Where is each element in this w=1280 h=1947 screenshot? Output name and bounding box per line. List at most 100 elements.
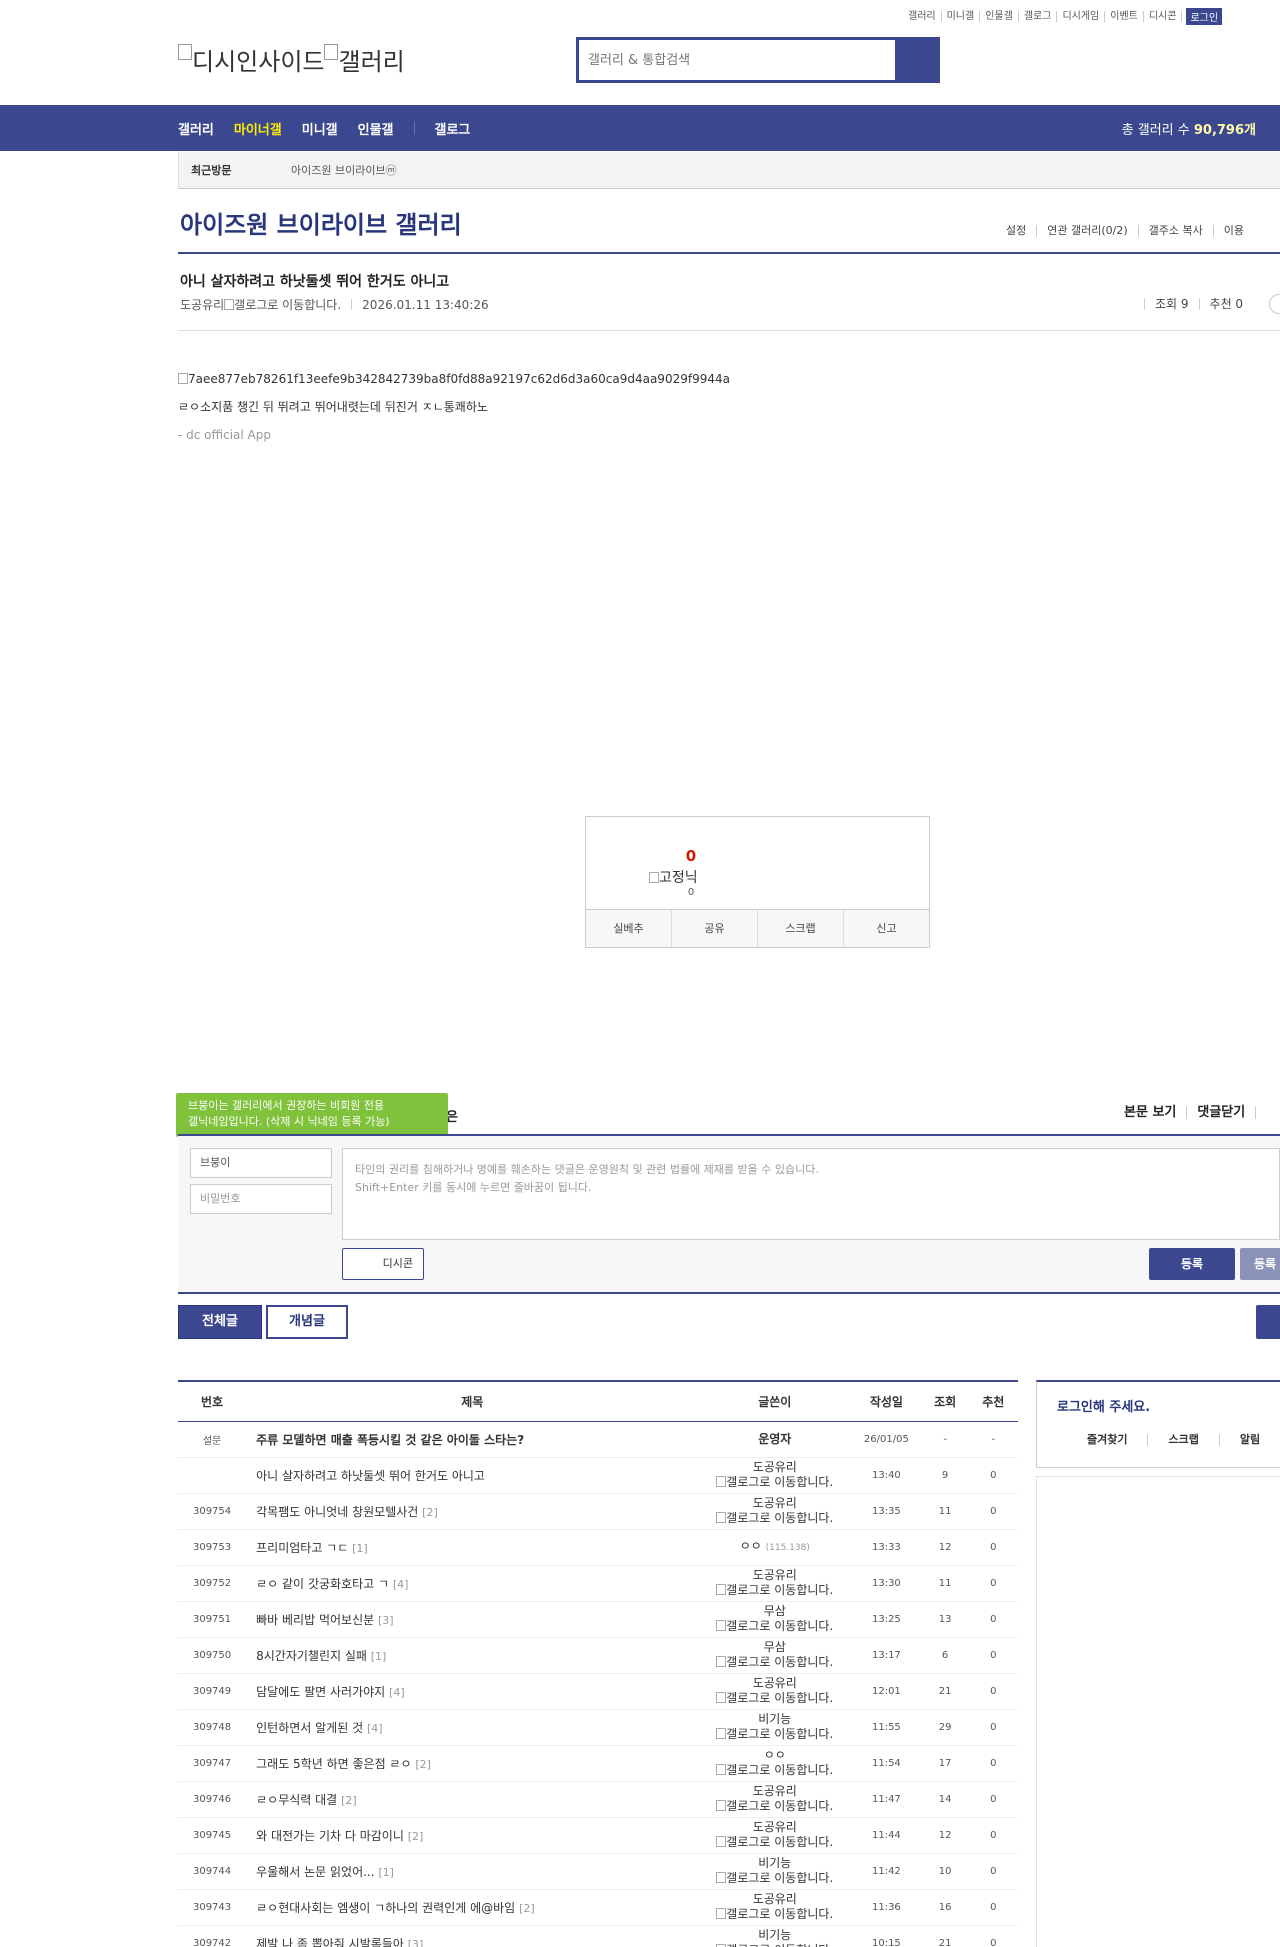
- reply-count[interactable]: [1]: [378, 1866, 394, 1879]
- row-subject-text[interactable]: 프리미엄타고 ㄱㄷ: [256, 1541, 348, 1555]
- gallog-link[interactable]: 갤로그로 이동합니다.: [698, 1583, 851, 1598]
- writer-nick[interactable]: 도공유리: [753, 1568, 797, 1582]
- util-link-person[interactable]: 인물갤: [980, 11, 1019, 22]
- row-subject-text[interactable]: 제발 나 좀 뽑아줘 시발롬들아: [256, 1937, 404, 1947]
- gallog-link[interactable]: 갤로그로 이동합니다.: [698, 1655, 851, 1670]
- row-subject[interactable]: ㄹㅇ무식력 대결 [2]: [246, 1781, 699, 1818]
- row-writer[interactable]: 무삼 갤로그로 이동합니다.: [698, 1601, 852, 1638]
- gallog-link[interactable]: 갤로그로 이동합니다.: [698, 1475, 851, 1490]
- row-writer[interactable]: 도공유리 갤로그로 이동합니다.: [698, 1673, 852, 1710]
- writer-nick[interactable]: 비기능: [758, 1928, 791, 1942]
- table-row[interactable]: 309745 와 대전가는 기차 다 마감이니 [2] 도공유리 갤로그로 이동합니다…: [178, 1817, 1018, 1854]
- row-writer[interactable]: 비기능갤로그로 이동합니다.: [698, 1709, 852, 1746]
- row-subject[interactable]: 와 대전가는 기차 다 마감이니 [2]: [246, 1817, 699, 1854]
- row-subject-text[interactable]: 8시간자기챌린지 실패: [256, 1649, 367, 1663]
- scrap-button[interactable]: 스크랩: [758, 910, 844, 947]
- nav-gallog[interactable]: 갤로그: [435, 119, 471, 138]
- reply-count[interactable]: [2]: [519, 1902, 535, 1915]
- row-writer[interactable]: 도공유리 갤로그로 이동합니다.: [698, 1493, 852, 1530]
- view-body-link[interactable]: 본문 보기: [1124, 1106, 1188, 1119]
- writer-nick[interactable]: 도공유리: [753, 1892, 797, 1906]
- row-subject-text[interactable]: ㄹㅇ현대사회는 엠생이 ㄱ하나의 권력인게 에@바임: [256, 1901, 515, 1915]
- row-subject[interactable]: 그래도 5학년 하면 좋은점 ㄹㅇ [2]: [246, 1745, 699, 1782]
- gallog-link[interactable]: 갤로그로 이동합니다.: [698, 1619, 851, 1634]
- gallog-icon[interactable]: [224, 299, 235, 310]
- gallog-link[interactable]: 갤로그로 이동합니다.: [698, 1871, 851, 1886]
- reply-count[interactable]: [2]: [422, 1506, 438, 1519]
- favorites-link[interactable]: 즐겨찾기: [1037, 1434, 1149, 1446]
- writer-nick[interactable]: 무삼: [764, 1640, 786, 1654]
- writer-nick[interactable]: ㅇㅇ: [764, 1748, 786, 1762]
- nickname-field[interactable]: 브붕이: [190, 1148, 332, 1178]
- row-subject-text[interactable]: ㄹㅇ 같이 갓궁화호타고 ㄱ: [256, 1577, 389, 1591]
- util-link-gallery[interactable]: 갤러리: [903, 11, 942, 22]
- nav-minor-gallery[interactable]: 마이너갤: [234, 119, 282, 138]
- util-link-gallog[interactable]: 갤로그: [1019, 11, 1058, 22]
- table-row[interactable]: 309743 ㄹㅇ현대사회는 엠생이 ㄱ하나의 권력인게 에@바임 [2] 도공유리…: [178, 1889, 1018, 1926]
- report-button[interactable]: 신고: [844, 910, 929, 947]
- gallog-link[interactable]: 갤로그로 이동합니다.: [698, 1835, 851, 1850]
- writer-nick[interactable]: ㅇㅇ: [740, 1539, 762, 1553]
- usage-link[interactable]: 이용: [1214, 225, 1254, 237]
- gallog-link[interactable]: 갤로그로 이동합니다.: [698, 1799, 851, 1814]
- row-writer[interactable]: ㅇㅇ 갤로그로 이동합니다.: [698, 1745, 852, 1782]
- row-subject[interactable]: 아니 살자하려고 하낫둘셋 뛰어 한거도 아니고: [246, 1457, 699, 1494]
- row-subject[interactable]: 인턴하면서 알게된 것 [4]: [246, 1709, 699, 1746]
- table-row[interactable]: 309754 각목팸도 아니엇네 창원모텔사건 [2] 도공유리 갤로그로 이동합니다…: [178, 1493, 1018, 1530]
- comment-count-icon[interactable]: [1269, 294, 1280, 314]
- notice-row[interactable]: 설문 주류 모델하면 매출 폭등시킬 것 같은 아이돌 스타는? 운영자 26/…: [178, 1421, 1018, 1458]
- row-subject[interactable]: 우울해서 논문 읽었어... [1]: [246, 1853, 699, 1890]
- reply-count[interactable]: [4]: [367, 1722, 383, 1735]
- table-row[interactable]: 309750 8시간자기챌린지 실패 [1] 무삼 갤로그로 이동합니다. 13:17 6…: [178, 1637, 1018, 1674]
- row-subject-text[interactable]: 그래도 5학년 하면 좋은점 ㄹㅇ: [256, 1757, 411, 1771]
- post-writer[interactable]: 도공유리: [180, 296, 224, 313]
- row-subject[interactable]: 주류 모델하면 매출 폭등시킬 것 같은 아이돌 스타는?: [246, 1421, 699, 1458]
- row-subject[interactable]: 8시간자기챌린지 실패 [1]: [246, 1637, 699, 1674]
- row-subject[interactable]: 프리미엄타고 ㄱㄷ [1]: [246, 1529, 699, 1566]
- tab-concept-posts[interactable]: 개념글: [266, 1305, 348, 1339]
- row-writer[interactable]: 비기능갤로그로 이동합니다.: [698, 1925, 852, 1947]
- row-writer[interactable]: 무삼 갤로그로 이동합니다.: [698, 1637, 852, 1674]
- nav-mini-gallery[interactable]: 미니갤: [302, 119, 338, 138]
- row-writer[interactable]: 도공유리 갤로그로 이동합니다.: [698, 1565, 852, 1602]
- row-writer[interactable]: 운영자: [698, 1421, 852, 1458]
- password-field[interactable]: 비밀번호: [190, 1184, 332, 1214]
- reply-count[interactable]: [1]: [371, 1650, 387, 1663]
- table-row[interactable]: 309744 우울해서 논문 읽었어... [1] 비기능 갤로그로 이동합니다. 11…: [178, 1853, 1018, 1890]
- dccon-button[interactable]: 디시콘: [342, 1248, 424, 1280]
- row-subject-text[interactable]: 아니 살자하려고 하낫둘셋 뛰어 한거도 아니고: [256, 1469, 485, 1483]
- comment-textarea[interactable]: 타인의 권리를 침해하거나 명예를 훼손하는 댓글은 운영원칙 및 관련 법률에…: [342, 1148, 1280, 1240]
- table-row[interactable]: 309746 ㄹㅇ무식력 대결 [2] 도공유리 갤로그로 이동합니다. 11:47 14…: [178, 1781, 1018, 1818]
- reply-count[interactable]: [2]: [341, 1794, 357, 1807]
- recent-visit-item[interactable]: 아이즈원 브이라이브ⓜ: [291, 162, 397, 178]
- row-subject-text[interactable]: 각목팸도 아니엇네 창원모텔사건: [256, 1505, 418, 1519]
- writer-nick[interactable]: 비기능: [758, 1712, 791, 1726]
- row-writer[interactable]: 도공유리 갤로그로 이동합니다.: [698, 1817, 852, 1854]
- util-link-dccon[interactable]: 디시콘: [1144, 11, 1183, 22]
- writer-nick[interactable]: 도공유리: [753, 1676, 797, 1690]
- close-comments-link[interactable]: 댓글닫기: [1187, 1106, 1257, 1119]
- gallery-settings-link[interactable]: 설정: [1006, 225, 1038, 237]
- related-gallery-link[interactable]: 연관 갤러리(0/2): [1037, 225, 1139, 237]
- login-prompt[interactable]: 로그인해 주세요.: [1057, 1396, 1150, 1415]
- row-subject[interactable]: 제발 나 좀 뽑아줘 시발롬들아 [3]: [246, 1925, 699, 1947]
- gallery-title[interactable]: 아이즈원 브이라이브 갤러리: [180, 205, 462, 240]
- writer-nick[interactable]: 도공유리: [753, 1496, 797, 1510]
- table-row[interactable]: 309753 프리미엄타고 ㄱㄷ [1] ㅇㅇ (115.138) 13:33 12 0: [178, 1529, 1018, 1566]
- share-button[interactable]: 공유: [672, 910, 758, 947]
- register-button[interactable]: 등록: [1149, 1248, 1235, 1280]
- table-row[interactable]: 309742제발 나 좀 뽑아줘 시발롬들아 [3]비기능갤로그로 이동합니다.…: [178, 1925, 1018, 1947]
- write-button[interactable]: [1256, 1305, 1280, 1339]
- reply-count[interactable]: [3]: [408, 1938, 424, 1947]
- writer-nick[interactable]: 비기능: [758, 1856, 791, 1870]
- table-row[interactable]: 309751 빠바 베리밥 먹어보신분 [3] 무삼 갤로그로 이동합니다. 13:25…: [178, 1601, 1018, 1638]
- row-subject-text[interactable]: 와 대전가는 기차 다 마감이니: [256, 1829, 404, 1843]
- site-logo[interactable]: 디시인사이드 갤러리: [178, 42, 405, 77]
- table-row[interactable]: 아니 살자하려고 하낫둘셋 뛰어 한거도 아니고 도공유리 갤로그로 이동합니다. 1…: [178, 1457, 1018, 1494]
- writer-nick[interactable]: 도공유리: [753, 1460, 797, 1474]
- tab-all-posts[interactable]: 전체글: [178, 1305, 262, 1339]
- util-link-event[interactable]: 이벤트: [1105, 11, 1144, 22]
- row-subject[interactable]: 빠바 베리밥 먹어보신분 [3]: [246, 1601, 699, 1638]
- row-writer[interactable]: 비기능갤로그로 이동합니다.: [698, 1853, 852, 1890]
- row-subject[interactable]: 각목팸도 아니엇네 창원모텔사건 [2]: [246, 1493, 699, 1530]
